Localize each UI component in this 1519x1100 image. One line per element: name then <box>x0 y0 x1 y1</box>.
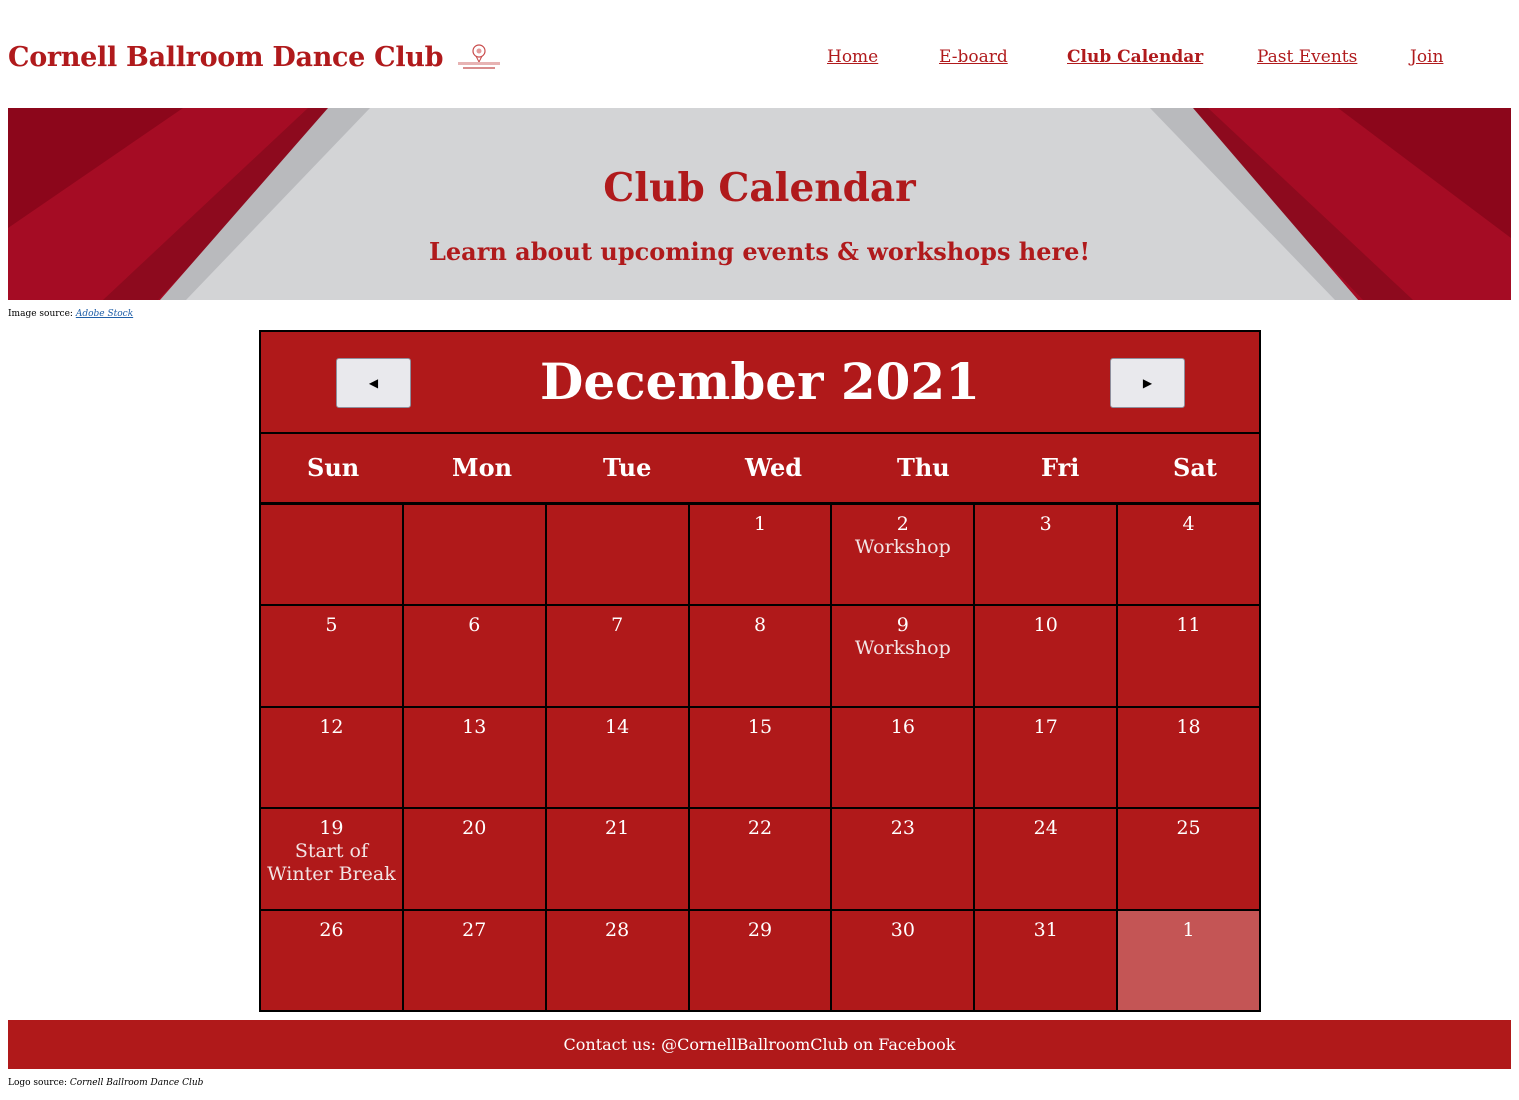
day-number: 25 <box>1176 817 1201 840</box>
logo-source-label: Logo source: <box>8 1078 67 1088</box>
day-number: 1 <box>753 513 767 535</box>
calendar-day-cell: 28 <box>545 909 689 1011</box>
day-number: 13 <box>462 715 487 738</box>
weekday-tue: Tue <box>603 453 652 482</box>
hero-title: Club Calendar <box>603 165 916 211</box>
calendar-day-cell: 30 <box>831 909 975 1011</box>
calendar-day-cell: 14 <box>545 706 689 809</box>
calendar-day-cell: 6 <box>402 605 546 707</box>
day-number: 15 <box>747 715 773 738</box>
hero-subtitle: Learn about upcoming events & workshops … <box>429 237 1090 266</box>
day-number: 26 <box>319 918 344 941</box>
day-number: 10 <box>1033 614 1058 637</box>
day-number: 17 <box>1033 715 1058 738</box>
day-number: 9 <box>896 614 909 637</box>
calendar-day-cell: 9 Workshop <box>831 605 975 707</box>
day-number: 19 <box>319 817 344 840</box>
day-number: 29 <box>747 918 773 941</box>
calendar-day-cell: 27 <box>402 909 546 1011</box>
calendar-day-cell: 10 <box>974 605 1118 707</box>
calendar-header: ◀ December 2021 ▶ <box>259 330 1261 434</box>
day-number: 6 <box>468 614 481 637</box>
calendar-day-cell: 11 <box>1117 605 1260 707</box>
weekday-wed: Wed <box>745 453 803 482</box>
day-number: 31 <box>1033 918 1058 941</box>
day-number: 27 <box>462 918 487 941</box>
calendar-day-cell: 13 <box>402 706 546 809</box>
day-number: 28 <box>605 918 630 941</box>
image-source-credit: Image source: Adobe Stock <box>8 309 133 319</box>
weekday-fri: Fri <box>1041 453 1080 482</box>
weekday-sun: Sun <box>307 453 360 482</box>
day-number: 7 <box>611 614 624 637</box>
calendar-grid: 1 2 Workshop 3 4 5 6 7 8 9 Workshop 10 11 12 13 14 15 16 1… <box>259 502 1261 1012</box>
calendar-day-cell: 19 Start of Winter Break <box>260 808 403 910</box>
day-number: 4 <box>1182 513 1195 535</box>
hero-banner: Club Calendar Learn about upcoming event… <box>8 108 1511 300</box>
calendar-day-cell: 18 <box>1117 706 1260 809</box>
day-number: 14 <box>605 715 630 738</box>
main-nav: Home E-board Club Calendar Past Events J… <box>0 47 1519 71</box>
calendar-day-cell: 21 <box>545 808 689 910</box>
day-number: 30 <box>890 918 915 941</box>
day-number: 8 <box>753 614 767 637</box>
calendar: ◀ December 2021 ▶ Sun Mon Tue Wed Thu Fr… <box>259 330 1261 1012</box>
day-number: 3 <box>1039 513 1052 535</box>
nav-link-past-events[interactable]: Past Events <box>1257 47 1357 67</box>
nav-link-home[interactable]: Home <box>827 47 878 67</box>
day-event: Start of Winter Break <box>267 840 396 886</box>
calendar-day-cell: 3 <box>974 504 1118 606</box>
calendar-day-cell: 5 <box>260 605 403 707</box>
calendar-day-cell: 22 <box>688 808 832 910</box>
logo-source-credit-text: Cornell Ballroom Dance Club <box>69 1078 204 1088</box>
calendar-day-cell: 23 <box>831 808 975 910</box>
nav-link-e-board[interactable]: E-board <box>939 47 1008 67</box>
calendar-day-cell: 25 <box>1117 808 1260 910</box>
day-number: 11 <box>1176 614 1201 637</box>
calendar-day-cell: 20 <box>402 808 546 910</box>
day-number: 12 <box>319 715 344 738</box>
calendar-day-cell <box>545 504 689 606</box>
day-number: 24 <box>1033 817 1058 840</box>
calendar-day-cell <box>402 504 546 606</box>
day-event: Workshop <box>854 637 951 660</box>
footer: Contact us: @CornellBallroomClub on Face… <box>8 1020 1511 1069</box>
calendar-day-cell: 29 <box>688 909 832 1011</box>
calendar-day-cell: 12 <box>260 706 403 809</box>
day-number: 22 <box>747 817 773 840</box>
calendar-day-cell: 15 <box>688 706 832 809</box>
day-number: 20 <box>462 817 487 840</box>
calendar-day-cell: 16 <box>831 706 975 809</box>
calendar-day-cell <box>260 504 403 606</box>
calendar-day-cell: 26 <box>260 909 403 1011</box>
calendar-day-cell: 24 <box>974 808 1118 910</box>
footer-contact: Contact us: @CornellBallroomClub on Face… <box>563 1035 956 1054</box>
calendar-day-cell: 1 <box>688 504 832 606</box>
calendar-day-cell: 7 <box>545 605 689 707</box>
calendar-day-cell: 4 <box>1117 504 1260 606</box>
day-number: 2 <box>896 513 909 535</box>
weekday-thu: Thu <box>897 453 950 482</box>
image-source-label: Image source: <box>8 309 73 319</box>
day-number: 18 <box>1176 715 1201 738</box>
day-number: 16 <box>890 715 915 738</box>
weekday-mon: Mon <box>452 453 513 482</box>
weekday-header-row: Sun Mon Tue Wed Thu Fri Sat <box>259 434 1261 502</box>
nav-link-join[interactable]: Join <box>1410 47 1443 67</box>
adobe-stock-link[interactable]: Adobe Stock <box>76 309 133 319</box>
day-event: Workshop <box>854 536 951 558</box>
calendar-day-cell: 31 <box>974 909 1118 1011</box>
calendar-day-cell: 2 Workshop <box>831 504 975 606</box>
day-number: 5 <box>325 614 338 637</box>
day-number: 23 <box>890 817 915 840</box>
next-month-button[interactable]: ▶ <box>1110 358 1185 408</box>
calendar-day-cell: 1 <box>1117 909 1260 1011</box>
day-number: 1 <box>1182 918 1195 941</box>
weekday-sat: Sat <box>1173 453 1217 482</box>
day-number: 21 <box>605 817 630 840</box>
logo-source-credit: Logo source: Cornell Ballroom Dance Club <box>8 1078 203 1088</box>
calendar-day-cell: 8 <box>688 605 832 707</box>
nav-link-club-calendar[interactable]: Club Calendar <box>1067 47 1203 67</box>
calendar-day-cell: 17 <box>974 706 1118 809</box>
